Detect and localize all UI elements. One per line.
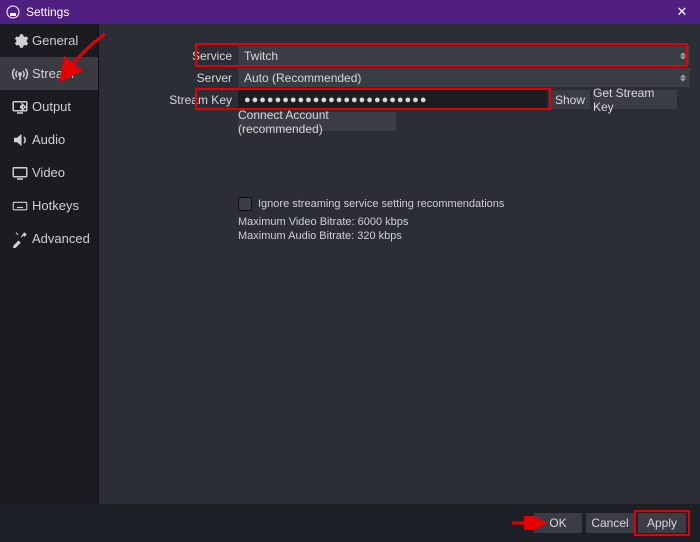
- sidebar-item-label: Output: [32, 99, 71, 114]
- sidebar-item-label: Audio: [32, 132, 65, 147]
- sidebar-item-hotkeys[interactable]: Hotkeys: [0, 189, 98, 222]
- titlebar: Settings ✕: [0, 0, 700, 24]
- speaker-icon: [8, 131, 32, 149]
- max-audio-bitrate: Maximum Audio Bitrate: 320 kbps: [238, 229, 690, 243]
- sidebar: General Stream Output Audio Video: [0, 24, 99, 504]
- ok-button[interactable]: OK: [534, 513, 582, 533]
- server-dropdown[interactable]: Auto (Recommended): [238, 68, 690, 87]
- sidebar-item-label: Stream: [32, 66, 74, 81]
- service-label: Service: [113, 49, 238, 63]
- sidebar-item-label: Video: [32, 165, 65, 180]
- server-value: Auto (Recommended): [244, 71, 361, 85]
- sidebar-item-stream[interactable]: Stream: [0, 57, 98, 90]
- sidebar-item-advanced[interactable]: Advanced: [0, 222, 98, 255]
- chevron-updown-icon: [680, 74, 686, 81]
- gear-icon: [8, 32, 32, 50]
- chevron-updown-icon: [680, 52, 686, 59]
- ignore-recs-checkbox[interactable]: [238, 197, 252, 211]
- server-label: Server: [113, 71, 238, 85]
- sidebar-item-label: General: [32, 33, 78, 48]
- sidebar-item-video[interactable]: Video: [0, 156, 98, 189]
- sidebar-item-label: Advanced: [32, 231, 90, 246]
- content-pane: Service Twitch Server Auto (Recommended)…: [99, 24, 700, 504]
- tools-icon: [8, 230, 32, 248]
- sidebar-item-general[interactable]: General: [0, 24, 98, 57]
- max-video-bitrate: Maximum Video Bitrate: 6000 kbps: [238, 215, 690, 229]
- apply-button[interactable]: Apply: [638, 513, 686, 533]
- monitor-arrow-icon: [8, 98, 32, 116]
- monitor-icon: [8, 164, 32, 182]
- streamkey-value: ●●●●●●●●●●●●●●●●●●●●●●●●: [244, 94, 427, 106]
- sidebar-item-output[interactable]: Output: [0, 90, 98, 123]
- sidebar-item-audio[interactable]: Audio: [0, 123, 98, 156]
- service-value: Twitch: [244, 49, 278, 63]
- app-logo-icon: [6, 5, 20, 19]
- streamkey-input[interactable]: ●●●●●●●●●●●●●●●●●●●●●●●●: [238, 90, 547, 109]
- close-button[interactable]: ✕: [670, 4, 694, 20]
- connect-account-button[interactable]: Connect Account (recommended): [238, 112, 396, 131]
- cancel-button[interactable]: Cancel: [586, 513, 634, 533]
- window-title: Settings: [26, 5, 670, 19]
- get-stream-key-button[interactable]: Get Stream Key: [593, 90, 677, 109]
- ignore-recommendations-row: Ignore streaming service setting recomme…: [238, 197, 690, 211]
- service-dropdown[interactable]: Twitch: [238, 46, 690, 65]
- streamkey-label: Stream Key: [113, 93, 238, 107]
- keyboard-icon: [8, 197, 32, 215]
- sidebar-item-label: Hotkeys: [32, 198, 79, 213]
- ignore-recs-label: Ignore streaming service setting recomme…: [258, 197, 504, 211]
- antenna-icon: [8, 65, 32, 83]
- footer: OK Cancel Apply: [0, 504, 700, 542]
- show-button[interactable]: Show: [550, 90, 590, 109]
